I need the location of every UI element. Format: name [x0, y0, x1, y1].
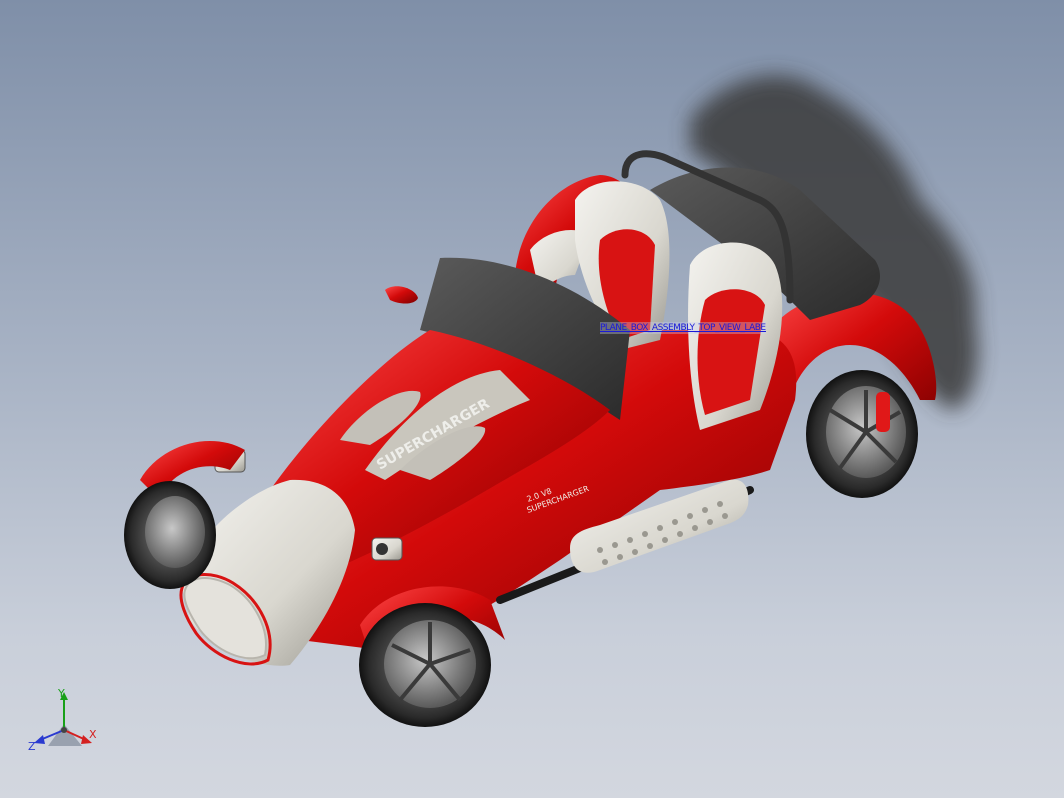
coordinate-triad: Y X Z [28, 686, 102, 753]
wing-mirror [385, 286, 418, 304]
rear-right-brake [876, 392, 890, 432]
front-left-rim [145, 496, 205, 568]
right-headlight-lens [376, 543, 388, 555]
x-axis-label: X [89, 728, 97, 741]
y-axis-label: Y [58, 687, 65, 700]
z-axis-label: Z [28, 740, 36, 753]
triad-origin-icon [61, 727, 67, 733]
overlay-annotation-label[interactable]: PLANE_BOX_ASSEMBLY_TOP_VIEW_LABEL_MARK_2 [600, 322, 766, 334]
car-model[interactable]: SUPERCHARGER 2.0 V8 SUPERCHARGER [0, 0, 1064, 798]
3d-model-viewport[interactable]: SUPERCHARGER 2.0 V8 SUPERCHARGER PLANE_B… [0, 0, 1064, 798]
